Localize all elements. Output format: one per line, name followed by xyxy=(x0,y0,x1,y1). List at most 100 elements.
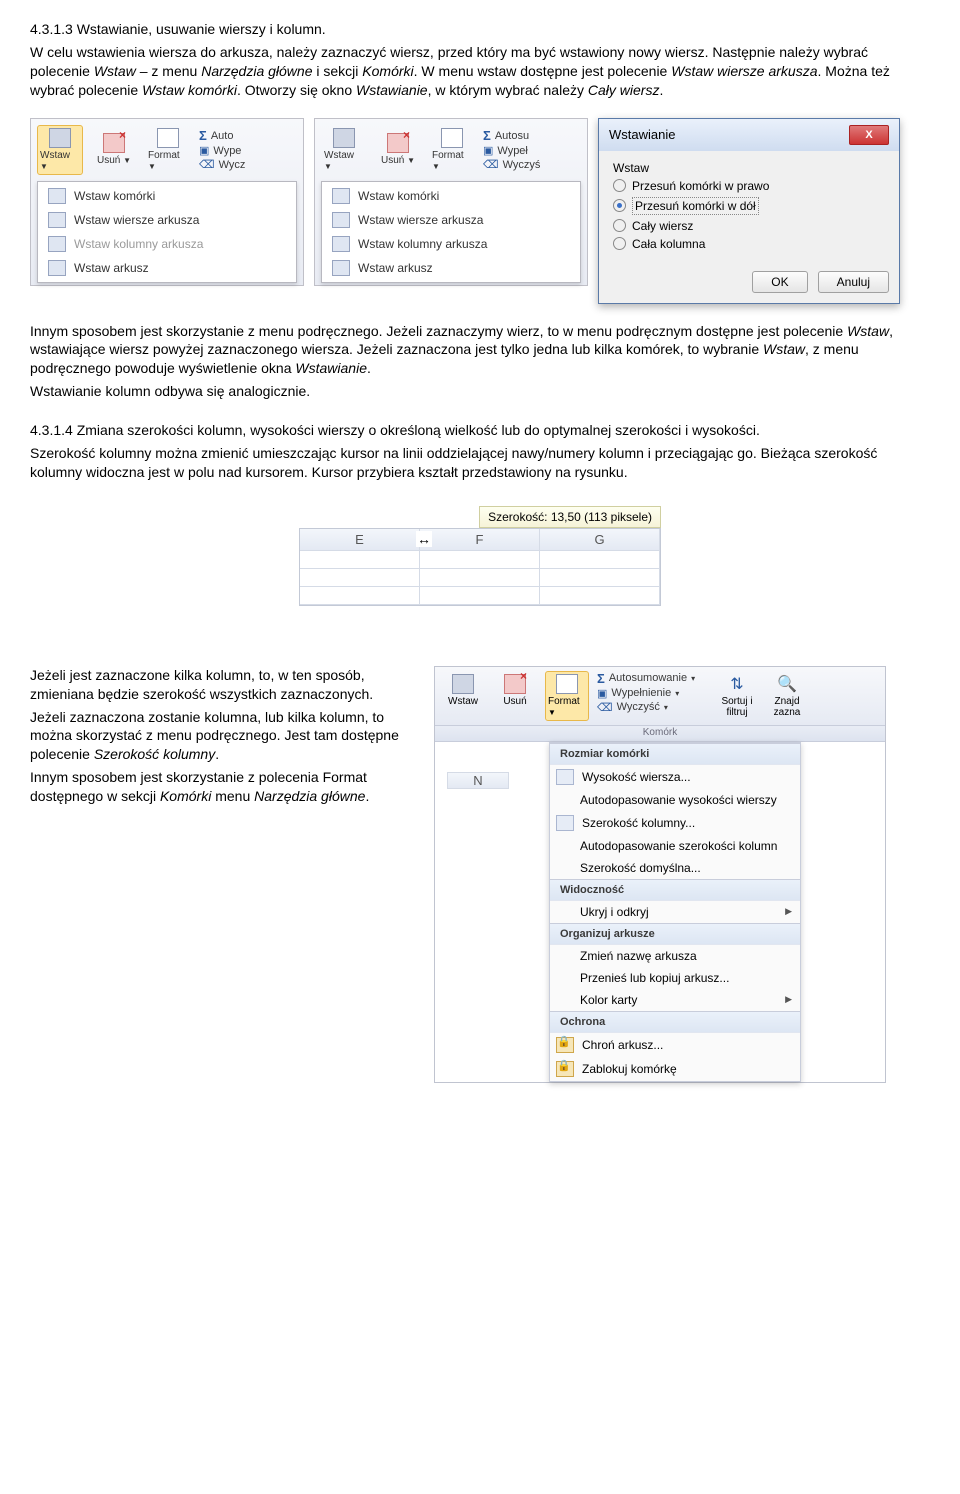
lbl: Wype xyxy=(213,145,241,157)
lbl: Wstaw wiersze arkusza xyxy=(74,213,199,227)
col-N-header[interactable]: N xyxy=(447,772,509,789)
t: Wstaw wiersze arkusza xyxy=(671,63,817,79)
col-G-header[interactable]: G xyxy=(540,529,660,551)
dd-wstaw-wiersze[interactable]: Wstaw wiersze arkusza xyxy=(322,208,580,232)
fill-icon: ▣ xyxy=(483,144,493,157)
dd-wstaw-kolumny[interactable]: Wstaw kolumny arkusza xyxy=(322,232,580,256)
sort-filter-button[interactable]: ⇅Sortuj ifiltruj xyxy=(715,671,759,721)
menu-hide-unhide[interactable]: Ukryj i odkryj▶ xyxy=(550,901,800,923)
lbl: Usuń xyxy=(97,155,120,166)
chevron-down-icon: ▼ xyxy=(324,162,332,171)
rows-icon xyxy=(332,212,350,228)
chevron-down-icon: ▼ xyxy=(40,162,48,171)
ok-button[interactable]: OK xyxy=(752,271,807,293)
dd-wstaw-arkusz[interactable]: Wstaw arkusz xyxy=(322,256,580,280)
dd-wstaw-wiersze[interactable]: Wstaw wiersze arkusza xyxy=(38,208,296,232)
dd-wstaw-kolumny[interactable]: Wstaw kolumny arkusza xyxy=(38,232,296,256)
wstaw-button[interactable]: Wstaw xyxy=(441,671,485,710)
close-button[interactable]: X xyxy=(849,125,889,145)
dialog-titlebar: Wstawianie X xyxy=(599,119,899,151)
section-komorki-label: Komórk xyxy=(435,726,885,742)
cols-icon xyxy=(48,236,66,252)
lbl: Wstaw wiersze arkusza xyxy=(358,213,483,227)
radio-entire-col[interactable]: Cała kolumna xyxy=(613,237,885,251)
lbl: filtruj xyxy=(726,707,747,718)
clear-icon: ⌫ xyxy=(199,158,215,171)
menu-move-copy-sheet[interactable]: Przenieś lub kopiuj arkusz... xyxy=(550,967,800,989)
menu-autofit-rows[interactable]: Autodopasowanie wysokości wierszy xyxy=(550,789,800,811)
submenu-arrow-icon: ▶ xyxy=(785,994,792,1005)
close-icon: X xyxy=(865,129,872,141)
lbl: Wstaw xyxy=(40,150,70,161)
menu-rename-sheet[interactable]: Zmień nazwę arkusza xyxy=(550,945,800,967)
col-F-header[interactable]: F xyxy=(420,529,540,551)
paragraph-4: Szerokość kolumny można zmienić umieszcz… xyxy=(30,444,930,482)
t: Wstaw xyxy=(763,341,805,357)
lbl: Wstaw kolumny arkusza xyxy=(358,237,487,251)
autosum-item[interactable]: ΣAutosumowanie ▾ xyxy=(597,671,707,686)
side-list: ΣAuto ▣Wype ⌫Wycz xyxy=(199,128,297,171)
blank-icon xyxy=(556,905,572,919)
lbl: Autosumowanie xyxy=(609,672,687,684)
blank-icon xyxy=(556,971,572,985)
delete-icon xyxy=(504,674,526,694)
lbl: Przesuń komórki w dół xyxy=(632,197,759,215)
lock-icon xyxy=(556,1037,574,1053)
lbl: Wstaw kolumny arkusza xyxy=(74,237,203,251)
sheet-strip: N xyxy=(435,742,539,799)
find-select-button[interactable]: 🔍Znajdzazna xyxy=(765,671,809,721)
lbl: Format xyxy=(548,696,580,707)
t: . xyxy=(367,360,371,376)
menu-row-height[interactable]: Wysokość wiersza... xyxy=(550,765,800,789)
usun-button[interactable]: Usuń xyxy=(493,671,537,710)
dd-wstaw-komorki[interactable]: Wstaw komórki xyxy=(38,184,296,208)
wstaw-button[interactable]: Wstaw ▼ xyxy=(321,125,367,175)
width-tooltip: Szerokość: 13,50 (113 piksele) xyxy=(479,506,661,528)
dd-wstaw-arkusz[interactable]: Wstaw arkusz xyxy=(38,256,296,280)
menu-lock-cell[interactable]: Zablokuj komórkę xyxy=(550,1057,800,1081)
fill-item[interactable]: ▣Wypełnienie ▾ xyxy=(597,687,707,700)
wstaw-button[interactable]: Wstaw ▼ xyxy=(37,125,83,175)
format-button[interactable]: Format ▼ xyxy=(545,671,589,721)
format-button[interactable]: Format ▼ xyxy=(145,125,191,175)
paragraph-5: Jeżeli jest zaznaczone kilka kolumn, to,… xyxy=(30,666,410,704)
col-E-header[interactable]: E xyxy=(300,529,420,551)
format-dropdown-menu: Rozmiar komórki Wysokość wiersza... Auto… xyxy=(549,742,801,1082)
radio-shift-down[interactable]: Przesuń komórki w dół xyxy=(613,197,885,215)
lbl: Kolor karty xyxy=(580,993,637,1007)
wstaw-dropdown: Wstaw komórki Wstaw wiersze arkusza Wsta… xyxy=(321,181,581,283)
menu-col-width[interactable]: Szerokość kolumny... xyxy=(550,811,800,835)
side-list: ΣAutosumowanie ▾ ▣Wypełnienie ▾ ⌫Wyczyść… xyxy=(597,671,707,714)
rows-icon xyxy=(48,212,66,228)
delete-icon xyxy=(387,133,409,153)
cells-icon xyxy=(332,188,350,204)
format-button[interactable]: Format ▼ xyxy=(429,125,475,175)
t: . xyxy=(365,788,369,804)
cancel-button[interactable]: Anuluj xyxy=(818,271,889,293)
t: i sekcji xyxy=(313,63,363,79)
usun-button[interactable]: Usuń ▼ xyxy=(375,130,421,169)
clear-item[interactable]: ⌫Wyczyść ▾ xyxy=(597,701,707,714)
t: Wstaw komórki xyxy=(142,82,237,98)
paragraph-7: Innym sposobem jest skorzystanie z polec… xyxy=(30,768,410,806)
radio-shift-right[interactable]: Przesuń komórki w prawo xyxy=(613,179,885,193)
dd-wstaw-komorki[interactable]: Wstaw komórki xyxy=(322,184,580,208)
insert-icon xyxy=(49,128,71,148)
menu-autofit-cols[interactable]: Autodopasowanie szerokości kolumn xyxy=(550,835,800,857)
menu-section-organizuj: Organizuj arkusze xyxy=(550,923,800,945)
t: Narzędzia główne xyxy=(201,63,312,79)
paragraph-3: Wstawianie kolumn odbywa się analogiczni… xyxy=(30,382,930,401)
submenu-arrow-icon: ▶ xyxy=(785,906,792,917)
menu-default-width[interactable]: Szerokość domyślna... xyxy=(550,857,800,879)
menu-protect-sheet[interactable]: Chroń arkusz... xyxy=(550,1033,800,1057)
menu-tab-color[interactable]: Kolor karty ▶ xyxy=(550,989,800,1011)
usun-button[interactable]: Usuń ▼ xyxy=(91,130,137,169)
menu-section-ochrona: Ochrona xyxy=(550,1011,800,1033)
lbl: Przesuń komórki w prawo xyxy=(632,179,769,193)
heading-4313: 4.3.1.3 Wstawianie, usuwanie wierszy i k… xyxy=(30,20,930,39)
radio-entire-row[interactable]: Cały wiersz xyxy=(613,219,885,233)
t: Cały wiersz xyxy=(588,82,660,98)
clear-icon: ⌫ xyxy=(597,701,613,714)
t: Wstawianie xyxy=(356,82,428,98)
ribbon-strip: Wstaw Usuń Format ▼ ΣAutosumowanie ▾ ▣Wy… xyxy=(435,667,885,726)
